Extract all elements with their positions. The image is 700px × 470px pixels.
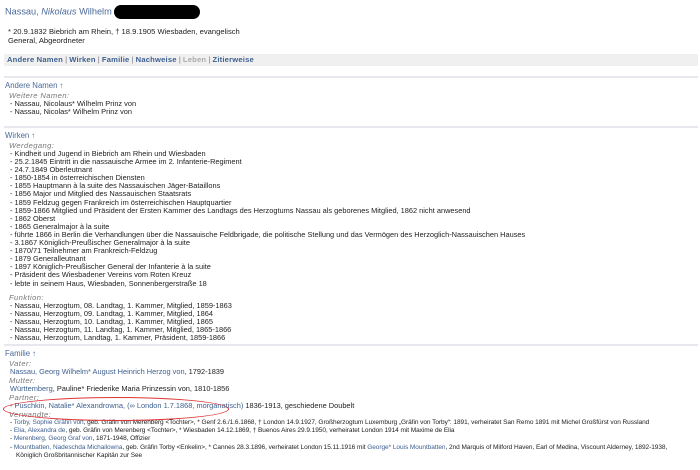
partner-details: 1836-1913, geschiedene Doubelt [243,401,355,411]
section-heading[interactable]: Andere Namen ↑ [5,81,693,91]
relative-details: , geb. Gräfin von Merenberg <Tochter>, *… [65,427,455,435]
redaction-bar [113,5,200,19]
list-item: Nassau, Herzogtum, Landtag, 1. Kammer, P… [10,333,693,342]
mother-details: , Pauline* Friederike Maria Prinzessin v… [52,384,230,394]
nav-nachweise[interactable]: Nachweise [136,55,177,64]
list-item: lebte in seinem Haus, Wiesbaden, Sonnenb… [10,279,693,288]
list-item: 1870/71 Teilnehmer am Frankreich-Feldzug [10,247,693,255]
relative-link[interactable]: George* Louis Mountbatten [367,444,445,451]
divider [4,126,698,128]
list-item: 1859-1866 Mitglied und Präsident der Ers… [10,206,693,215]
list-item: Mountbatten, Nadeschda Michailowna, geb.… [10,444,693,452]
section-heading[interactable]: Wirken ↑ [5,131,693,141]
relative-details: , geb. Gräfin von Merenberg <Tochter>, *… [83,419,650,427]
section-familie: Familie ↑ Vater: Nassau, Georg Wilhelm* … [5,349,693,460]
relative-link[interactable]: Elia, Alexandra de [14,427,66,434]
life-summary: * 20.9.1832 Biebrich am Rhein, † 18.9.19… [8,27,240,45]
relative-details: , geb. Gräfin Torby <Enkelin>, * Cannes … [122,443,368,451]
list-item: Merenberg, Georg Graf von, 1871-1948, Of… [10,435,693,443]
relative-link[interactable]: Merenberg, Georg Graf von [14,435,93,442]
second-name: Wilhelm [79,6,112,17]
nav-wirken[interactable]: Wirken [69,55,95,64]
section-nav: Andere Namen | Wirken | Familie | Nachwe… [4,54,698,66]
father-details: , 1792-1839 [184,367,225,376]
surname: Nassau, [5,6,39,17]
nav-andere-namen[interactable]: Andere Namen [7,55,63,64]
section-heading[interactable]: Familie ↑ [5,349,693,359]
life-dates: * 20.9.1832 Biebrich am Rhein, † 18.9.19… [8,27,240,36]
subheading: Verwandte: [9,410,52,420]
mother-link[interactable]: Württemberg [10,384,53,393]
nav-familie[interactable]: Familie [102,55,130,64]
list-item: Nassau, Nicolas* Wilhelm Prinz von [10,107,693,116]
list-item-continuation: Königlich Großbritannischer Kapitän zur … [16,451,143,459]
section-andere-namen: Andere Namen ↑ Weitere Namen: Nassau, Ni… [5,81,693,116]
list-item: Torby, Sophie Gräfin von, geb. Gräfin vo… [10,419,693,427]
list-item: 1862 Oberst [10,214,693,223]
partner-link[interactable]: Puschkin, Natalie* Alexandrowna, (∞ Lond… [15,401,244,410]
nav-leben: Leben [182,55,207,64]
relative-link[interactable]: Torby, Sophie Gräfin von [14,419,84,426]
divider [4,76,698,78]
given-name: Nikolaus [41,6,77,17]
list-item: Elia, Alexandra de, geb. Gräfin von Mere… [10,427,693,435]
occupation: General, Abgeordneter [8,36,85,45]
relative-details: , 2nd Marquis of Milford Haven, Earl of … [445,443,668,451]
relative-link[interactable]: Mountbatten, Nadeschda Michailowna [14,444,123,451]
father-link[interactable]: Nassau, Georg Wilhelm* August Heinrich H… [10,367,185,376]
nav-zitierweise[interactable]: Zitierweise [212,55,253,64]
section-wirken: Wirken ↑ Werdegang: Kindheit und Jugend … [5,131,693,342]
relative-details: , 1871-1948, Offizier [92,435,151,443]
list-item: 25.2.1845 Eintritt in die nassauische Ar… [10,157,693,166]
divider [4,344,698,346]
page-title: Nassau, Nikolaus Wilhelm [5,5,200,19]
